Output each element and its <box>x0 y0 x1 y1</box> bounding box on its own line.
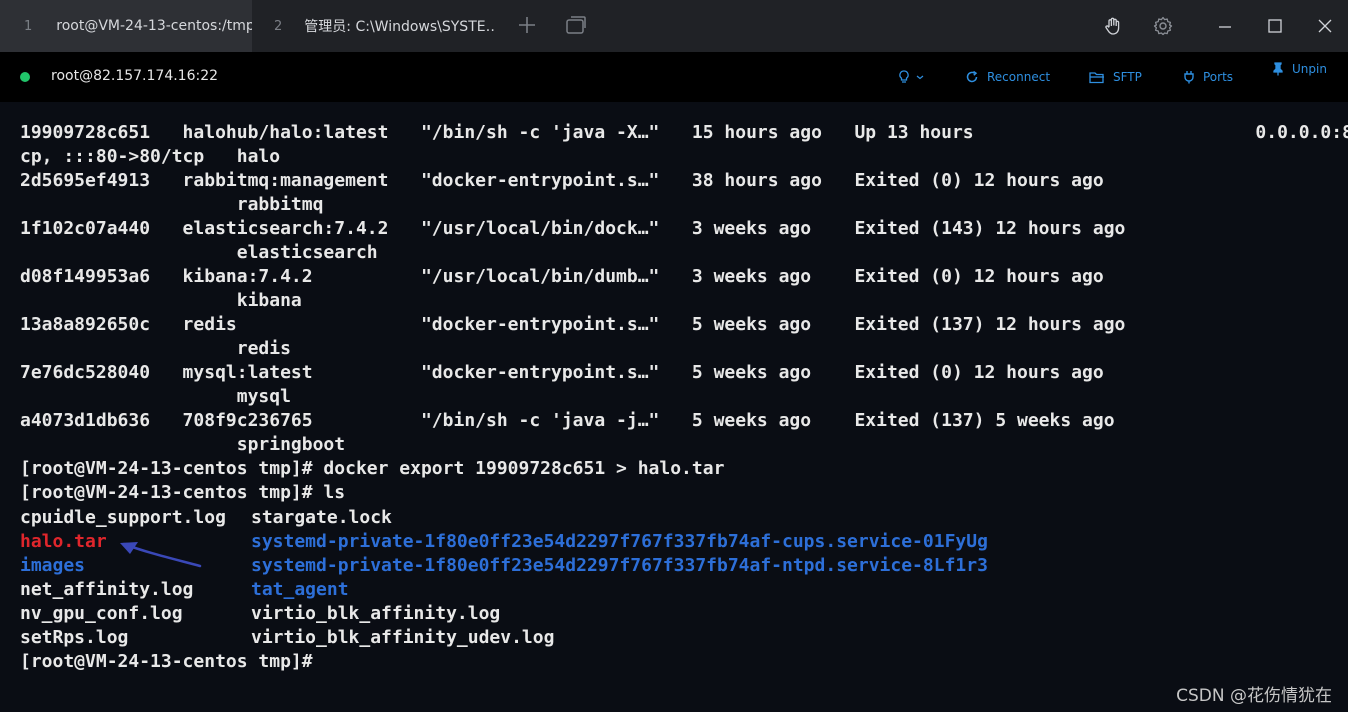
annotation-arrow-icon <box>120 542 202 568</box>
duplicate-tab-button[interactable] <box>563 12 589 38</box>
sftp-button[interactable]: SFTP <box>1089 68 1142 86</box>
new-tab-button[interactable] <box>514 12 540 38</box>
terminal-line: 7e76dc528040 mysql:latest "docker-entryp… <box>20 362 1104 383</box>
terminal-line: a4073d1db636 708f9c236765 "/bin/sh -c 'j… <box>20 410 1115 431</box>
ls-entry: setRps.log <box>20 627 129 648</box>
terminal-line: 19909728c651 halohub/halo:latest "/bin/s… <box>20 122 1348 143</box>
terminal-line: [root@VM-24-13-centos tmp]# ls <box>20 482 346 503</box>
window-copy-icon <box>566 16 586 34</box>
tab-bar: 1 root@VM-24-13-centos:/tmp 2 管理员: C:\Wi… <box>0 0 1348 52</box>
terminal-line: kibana <box>20 290 302 311</box>
ls-entry-dir: images <box>20 555 86 576</box>
refresh-icon <box>966 70 978 83</box>
gear-icon <box>1153 16 1173 36</box>
terminal-window: 1 root@VM-24-13-centos:/tmp 2 管理员: C:\Wi… <box>0 0 1348 712</box>
sftp-label: SFTP <box>1113 70 1142 84</box>
maximize-button[interactable] <box>1261 12 1289 40</box>
terminal-line: rabbitmq <box>20 194 324 215</box>
lightbulb-icon <box>899 70 909 83</box>
terminal-line: cp, :::80->80/tcp halo <box>20 146 281 167</box>
ls-entry: nv_gpu_conf.log <box>20 603 183 624</box>
ls-entry-dir: tat_agent <box>251 579 349 600</box>
unpin-button[interactable]: Unpin <box>1272 60 1327 78</box>
chevron-down-icon <box>916 75 924 80</box>
terminal-line: mysql <box>20 386 291 407</box>
minimize-icon <box>1219 26 1231 28</box>
hand-grab-button[interactable] <box>1099 12 1127 40</box>
terminal-prompt: [root@VM-24-13-centos tmp]# <box>20 651 313 672</box>
plug-icon <box>1184 71 1194 84</box>
ls-entry: virtio_blk_affinity.log <box>251 603 501 624</box>
hand-icon <box>1105 17 1120 35</box>
ls-entry-halo-tar: halo.tar <box>20 531 107 552</box>
reconnect-label: Reconnect <box>987 70 1051 84</box>
close-button[interactable] <box>1311 12 1339 40</box>
ports-button[interactable]: Ports <box>1183 68 1233 86</box>
unpin-label: Unpin <box>1292 62 1327 76</box>
ls-entry-dir: systemd-private-1f80e0ff23e54d2297f767f3… <box>251 555 988 576</box>
maximize-icon <box>1268 19 1282 33</box>
terminal-line: redis <box>20 338 291 359</box>
reconnect-button[interactable]: Reconnect <box>965 68 1050 86</box>
ls-entry: stargate.lock <box>251 507 392 528</box>
close-icon <box>1318 19 1332 33</box>
ls-entry-dir: systemd-private-1f80e0ff23e54d2297f767f3… <box>251 531 988 552</box>
tab-number: 1 <box>24 18 33 34</box>
connection-status-indicator <box>20 72 30 82</box>
terminal-line: [root@VM-24-13-centos tmp]# docker expor… <box>20 458 725 479</box>
terminal-line: 1f102c07a440 elasticsearch:7.4.2 "/usr/l… <box>20 218 1126 239</box>
terminal-line: springboot <box>20 434 346 455</box>
ls-entry: cpuidle_support.log <box>20 507 226 528</box>
session-host: root@82.157.174.16:22 <box>51 68 219 84</box>
terminal-line: elasticsearch <box>20 242 378 263</box>
tab-title: 管理员: C:\Windows\SYSTE… <box>304 19 495 35</box>
terminal-line: 2d5695ef4913 rabbitmq:management "docker… <box>20 170 1104 191</box>
watermark-text: CSDN @花伤情犹在 <box>1176 686 1332 706</box>
terminal-line: 13a8a892650c redis "docker-entrypoint.s…… <box>20 314 1126 335</box>
terminal-line: d08f149953a6 kibana:7.4.2 "/usr/local/bi… <box>20 266 1104 287</box>
tab-number: 2 <box>274 18 283 34</box>
tab-ssh-session[interactable]: 1 root@VM-24-13-centos:/tmp <box>0 0 252 52</box>
folder-icon <box>1089 71 1104 83</box>
ls-entry: virtio_blk_affinity_udev.log <box>251 627 555 648</box>
tab-title: root@VM-24-13-centos:/tmp <box>56 18 252 34</box>
tips-dropdown[interactable] <box>898 68 932 86</box>
settings-button[interactable] <box>1149 12 1177 40</box>
ports-label: Ports <box>1203 70 1234 84</box>
tab-windows-cmd[interactable]: 2 管理员: C:\Windows\SYSTE… <box>252 0 502 52</box>
pin-icon <box>1273 62 1283 76</box>
minimize-button[interactable] <box>1211 12 1239 40</box>
ls-entry: net_affinity.log <box>20 579 194 600</box>
plus-icon <box>519 17 535 33</box>
